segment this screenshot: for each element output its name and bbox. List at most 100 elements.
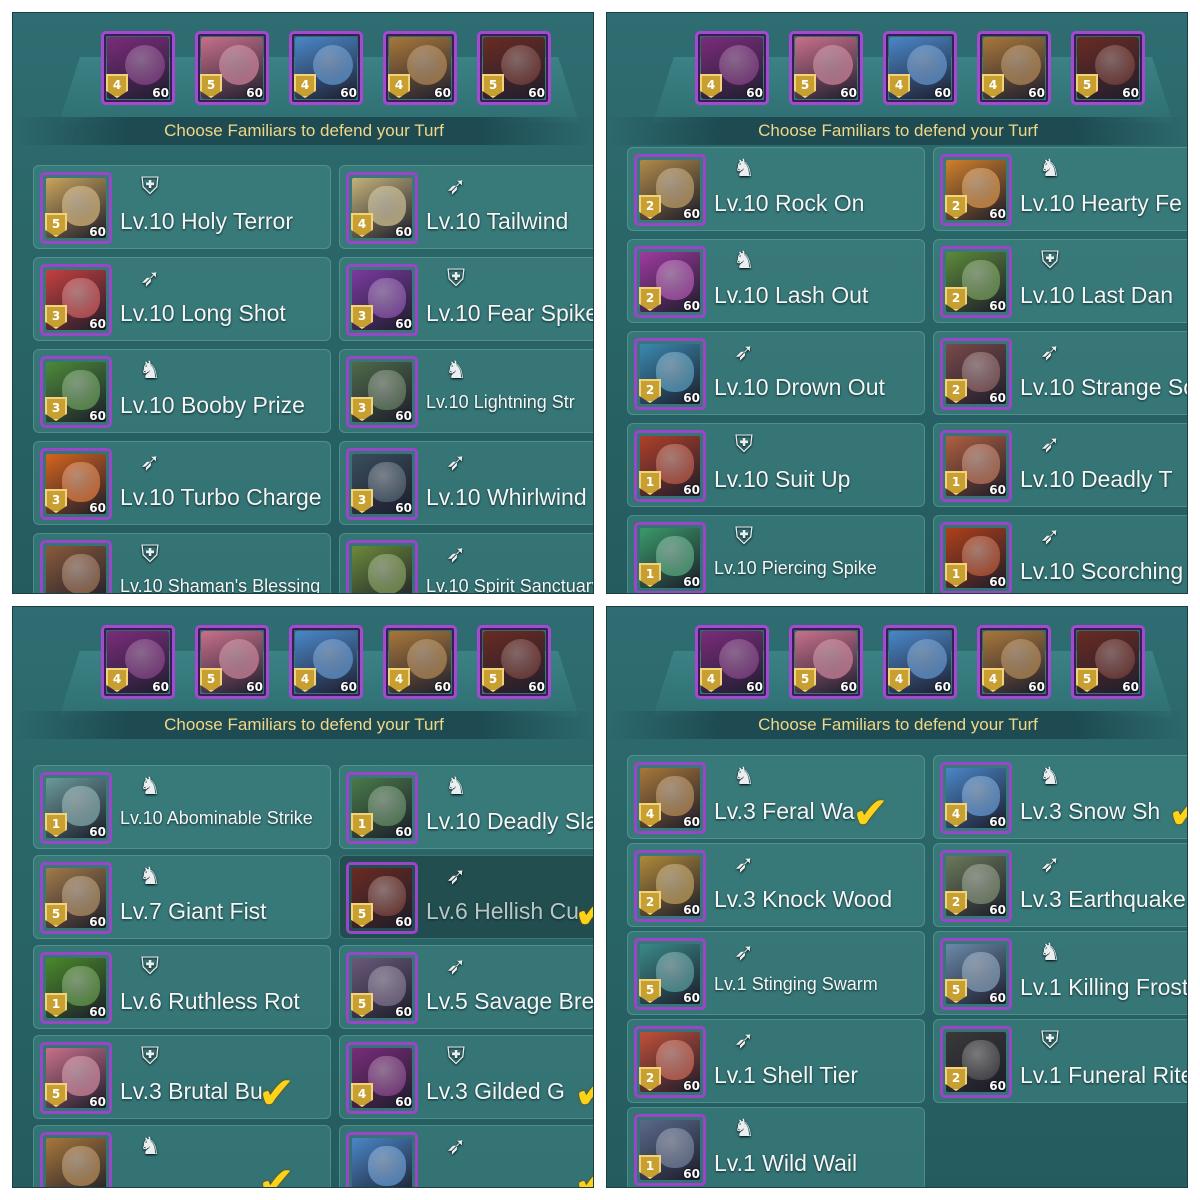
skill-card[interactable]: 460 ⛨ Lv.3 Gilded G ✔ xyxy=(339,1035,593,1119)
pig-portrait xyxy=(219,639,259,679)
familiar-portrait: 2 60 xyxy=(940,1026,1012,1098)
skill-card[interactable]: 4 60 ♞ Lv.3 Feral Wa ✔ xyxy=(627,755,925,839)
skill-card[interactable]: 2 60 ➶ Lv.10 Drown Out xyxy=(627,331,925,415)
familiar-portrait xyxy=(346,1132,418,1187)
team-slot[interactable]: 4 60 xyxy=(977,625,1051,699)
team-slot[interactable]: 4 60 xyxy=(383,625,457,699)
team-slot[interactable]: 4 60 xyxy=(101,625,175,699)
familiar-portrait: 1 60 xyxy=(634,430,706,502)
knight-icon: ♞ xyxy=(139,1132,161,1160)
skill-card[interactable]: 1 60 ⛨ Lv.10 Piercing Spike xyxy=(627,515,925,593)
familiar-portrait: 4 60 xyxy=(346,172,418,244)
bow-icon: ➶ xyxy=(1039,850,1061,878)
skill-name: Lv.10 Fear Spike xyxy=(426,300,594,326)
skill-card[interactable]: 560 ➶ Lv.5 Savage Breat xyxy=(339,945,594,1029)
skill-card[interactable]: 3 60 ➶ Lv.10 Whirlwind xyxy=(339,441,593,525)
skill-card[interactable]: 1 60 ♞ Lv.10 Deadly Slas xyxy=(339,765,593,849)
team-slot[interactable]: 4 60 xyxy=(977,31,1051,105)
team-slot[interactable]: 4 60 xyxy=(289,625,363,699)
team-slot[interactable]: 5 60 xyxy=(195,31,269,105)
skill-card[interactable]: 2 60 ⛨ Lv.10 Last Dan xyxy=(933,239,1187,323)
level-number: 60 xyxy=(989,815,1006,829)
knight-icon: ♞ xyxy=(733,762,755,790)
skill-name: Lv.10 Shaman's Blessing xyxy=(120,576,321,594)
team-slot[interactable]: 4 60 xyxy=(101,31,175,105)
skill-card[interactable]: 3 60 ♞ Lv.10 Booby Prize xyxy=(33,349,331,433)
familiar-portrait: 1 60 xyxy=(40,772,112,844)
level-number: 60 xyxy=(989,483,1006,497)
skill-card[interactable]: 5 60 ♞ Lv.7 Giant Fist xyxy=(33,855,331,939)
defense-team-row: 4 60 5 60 4 60 4 60 5 60 xyxy=(695,31,1155,107)
skill-card[interactable]: 2 60 ➶ Lv.3 Knock Wood xyxy=(627,843,925,927)
skill-card[interactable]: 1 60 ⛨ Lv.6 Ruthless Rot xyxy=(33,945,331,1029)
team-slot[interactable]: 4 60 xyxy=(289,31,363,105)
level-number: 60 xyxy=(746,86,763,100)
skill-card[interactable]: 4 60 ➶ Lv.10 Tailwind xyxy=(339,165,593,249)
skill-card[interactable]: 2 60 ➶ Lv.3 Earthquake xyxy=(933,843,1187,927)
skill-card[interactable]: 2 60 ♞ Lv.10 Rock On xyxy=(627,147,925,231)
team-slot[interactable]: 4 60 xyxy=(883,31,957,105)
team-slot[interactable]: 5 60 xyxy=(477,625,551,699)
level-number: 60 xyxy=(89,317,106,331)
familiar-portrait: 5 60 xyxy=(346,952,418,1024)
team-slot[interactable]: 5 60 xyxy=(1071,31,1145,105)
team-slot[interactable]: 4 60 xyxy=(695,31,769,105)
skill-card[interactable]: 2 60 ➶ Lv.10 Strange So xyxy=(933,331,1187,415)
skill-card[interactable]: 2 60 ♞ Lv.10 Hearty Fe xyxy=(933,147,1187,231)
skill-card[interactable]: 2 60 ➶ Lv.1 Shell Tier xyxy=(627,1019,925,1103)
familiar-figure-icon xyxy=(656,1040,694,1080)
familiar-figure-icon xyxy=(656,168,694,208)
familiar-portrait: 1 60 xyxy=(634,522,706,593)
skill-card[interactable]: 3 60 ➶ Lv.10 Long Shot xyxy=(33,257,331,341)
level-number: 60 xyxy=(89,915,106,929)
skill-card[interactable]: 3 60 ♞ Lv.10 Lightning Str xyxy=(339,349,593,433)
shield-icon: ⛨ xyxy=(735,430,753,458)
team-slot[interactable]: 4 60 xyxy=(695,625,769,699)
skill-name: Lv.5 Savage Breat xyxy=(426,988,594,1014)
team-slot[interactable]: 4 60 xyxy=(383,31,457,105)
team-slot[interactable]: 5 60 xyxy=(789,625,863,699)
skill-card[interactable]: 1 60 ♞ Lv.10 Abominable Strike xyxy=(33,765,331,849)
skill-card[interactable]: 1 60 ➶ Lv.10 Scorching xyxy=(933,515,1187,593)
familiar-figure-icon xyxy=(62,786,100,826)
skill-name: Lv.10 Spirit Sanctuary xyxy=(426,576,594,594)
skill-card[interactable]: 1 60 ⛨ Lv.10 Suit Up xyxy=(627,423,925,507)
team-slot[interactable]: 5 60 xyxy=(789,31,863,105)
skill-card[interactable]: ➶ Lv.10 Spirit Sanctuary xyxy=(339,533,594,594)
skill-name: Lv.10 Tailwind xyxy=(426,208,569,234)
skill-card[interactable]: 2 60 ♞ Lv.10 Lash Out xyxy=(627,239,925,323)
panel-bottom-right: 4 60 5 60 4 60 4 60 5 60 Choose Familiars to defen… xyxy=(606,606,1188,1188)
purple-beast-portrait xyxy=(719,45,759,85)
familiar-figure-icon xyxy=(368,186,406,226)
skill-card[interactable]: 5 60 ⛨ Lv.10 Holy Terror xyxy=(33,165,331,249)
skill-card[interactable]: 3 60 ➶ Lv.10 Turbo Charge xyxy=(33,441,331,525)
familiar-portrait: 5 60 xyxy=(634,938,706,1010)
defense-team-row: 4 60 5 60 4 60 4 60 5 60 xyxy=(695,625,1155,701)
skill-card[interactable]: ♞ ✔ xyxy=(33,1125,331,1187)
skill-card[interactable]: 5 60 ♞ Lv.1 Killing Frost xyxy=(933,931,1187,1015)
team-slot[interactable]: 5 60 xyxy=(1071,625,1145,699)
skill-name: Lv.10 Turbo Charge xyxy=(120,484,322,510)
skill-card[interactable]: ⛨ Lv.10 Shaman's Blessing xyxy=(33,533,331,594)
level-number: 60 xyxy=(434,680,451,694)
defense-team-row: 4 60 5 60 4 60 4 60 5 60 xyxy=(101,625,561,701)
team-slot[interactable]: 5 60 xyxy=(195,625,269,699)
skill-card[interactable]: 5 60 ➶ Lv.1 Stinging Swarm xyxy=(627,931,925,1015)
skill-card[interactable]: 5 60 ⛨ Lv.3 Brutal Bu ✔ xyxy=(33,1035,331,1119)
skill-card[interactable]: 2 60 ⛨ Lv.1 Funeral Rite xyxy=(933,1019,1187,1103)
familiar-figure-icon xyxy=(62,370,100,410)
skill-name: Lv.3 Feral Wa xyxy=(714,798,855,824)
shield-icon: ⛨ xyxy=(141,1042,159,1070)
level-number: 60 xyxy=(528,680,545,694)
skill-card[interactable]: 1 60 ➶ Lv.10 Deadly T xyxy=(933,423,1187,507)
skill-card[interactable]: 1 60 ♞ Lv.1 Wild Wail xyxy=(627,1107,925,1187)
team-slot[interactable]: 5 60 xyxy=(477,31,551,105)
skill-card[interactable]: ➶✔ xyxy=(339,1125,593,1187)
team-slot[interactable]: 4 60 xyxy=(883,625,957,699)
familiar-figure-icon xyxy=(368,1146,406,1186)
skill-name: Lv.10 Long Shot xyxy=(120,300,286,326)
skill-card[interactable]: 460 ♞ Lv.3 Snow Sh ✔ xyxy=(933,755,1187,839)
familiar-figure-icon xyxy=(62,876,100,916)
skill-card[interactable]: 3 60 ⛨ Lv.10 Fear Spike xyxy=(339,257,594,341)
skill-card[interactable]: 560 ➶ Lv.6 Hellish Cu✔ xyxy=(339,855,593,939)
